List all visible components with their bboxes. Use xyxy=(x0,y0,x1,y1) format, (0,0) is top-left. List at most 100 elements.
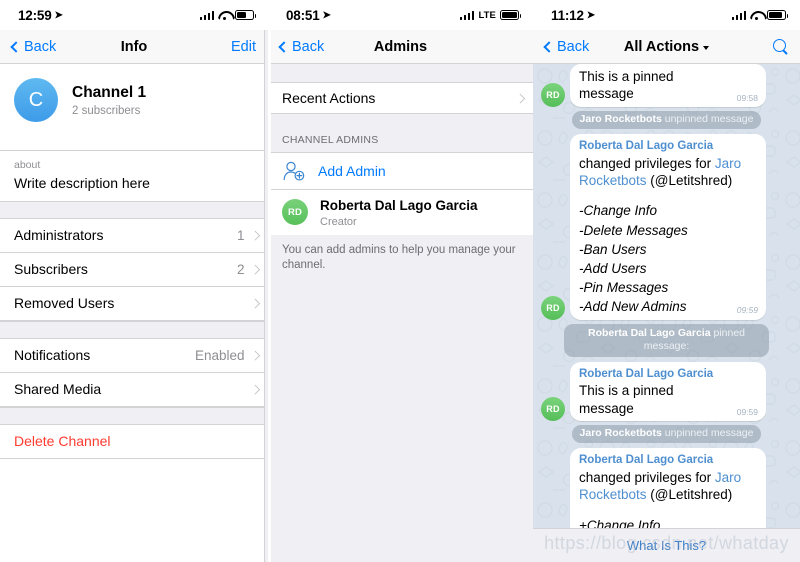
channel-subscribers: 2 subscribers xyxy=(72,105,141,118)
all-actions-label: All Actions xyxy=(623,38,700,55)
service-message: Jaro Rocketbots unpinned message xyxy=(541,110,792,130)
service-actor: Roberta Dal Lago Garcia xyxy=(588,326,711,339)
wifi-icon xyxy=(218,10,231,21)
about-section[interactable]: about Write description here xyxy=(0,150,268,201)
nav-bar-mid: Back Admins xyxy=(268,30,533,64)
search-icon[interactable] xyxy=(773,39,788,54)
text-part-a: changed privileges for xyxy=(579,470,715,486)
delete-channel-button[interactable]: Delete Channel xyxy=(0,424,268,459)
message-time: 09:59 xyxy=(736,305,758,316)
section-divider xyxy=(0,320,268,339)
row-label: Shared Media xyxy=(14,381,102,398)
edit-button[interactable]: Edit xyxy=(231,39,256,55)
privilege-item: -Delete Messages xyxy=(579,222,688,238)
service-action: unpinned message xyxy=(661,113,754,126)
message-author: Roberta Dal Lago Garcia xyxy=(579,454,714,467)
admins-footer-note: You can add admins to help you manage yo… xyxy=(282,243,516,272)
back-button[interactable]: Back xyxy=(543,38,590,55)
chevron-right-icon xyxy=(250,298,260,308)
screen-admins: 08:51 ➤ LTE Back Admins Recent Actions C xyxy=(268,0,533,562)
cellular-bars-icon xyxy=(731,10,746,20)
section-header-channel-admins: CHANNEL ADMINS xyxy=(282,134,379,146)
admin-role: Creator xyxy=(320,215,357,228)
privilege-item: -Ban Users xyxy=(579,241,647,257)
row-subscribers[interactable]: Subscribers 2 xyxy=(0,252,268,287)
row-recent-actions[interactable]: Recent Actions xyxy=(268,82,533,114)
three-phone-screenshots: 12:59 ➤ Back Info Edit C Channel 1 2 sub… xyxy=(0,0,800,562)
chevron-right-icon xyxy=(250,384,260,394)
row-label: Recent Actions xyxy=(282,90,376,106)
message-text: changed privileges for Jaro Rocketbots (… xyxy=(579,469,758,504)
location-arrow-icon: ➤ xyxy=(586,9,595,21)
message-bubble[interactable]: Roberta Dal Lago Garcia changed privileg… xyxy=(570,134,766,321)
avatar: RD xyxy=(541,82,565,107)
add-admin-button[interactable]: Add Admin xyxy=(268,152,533,189)
message-text: changed privileges for Jaro Rocketbots (… xyxy=(579,155,758,190)
cellular-bars-icon xyxy=(199,10,214,20)
service-actor: Jaro Rocketbots xyxy=(579,113,662,126)
chat-bottom-bar: What Is This? xyxy=(533,528,800,562)
what-is-this-button[interactable]: What Is This? xyxy=(627,538,706,553)
chat-log: RD This is a pinned message 09:58 Jaro R… xyxy=(533,64,800,562)
chevron-right-icon xyxy=(515,93,525,103)
status-bar-mid: 08:51 ➤ LTE xyxy=(268,0,533,30)
message-row: RD This is a pinned message 09:58 xyxy=(541,64,792,107)
wifi-icon xyxy=(750,10,763,21)
back-button[interactable]: Back xyxy=(10,39,56,55)
avatar: C xyxy=(14,78,58,122)
text-part-b: (@Letitshred) xyxy=(646,487,733,503)
status-bar-left: 12:59 ➤ xyxy=(0,0,268,30)
status-time: 11:12 xyxy=(551,7,584,23)
location-arrow-icon: ➤ xyxy=(322,9,331,21)
about-label: about xyxy=(14,159,41,171)
service-message: Jaro Rocketbots unpinned message xyxy=(541,424,792,444)
row-label: Notifications xyxy=(14,347,91,364)
all-actions-dropdown[interactable]: All Actions xyxy=(623,38,710,55)
message-row: RD Roberta Dal Lago Garcia changed privi… xyxy=(541,134,792,321)
row-shared-media[interactable]: Shared Media xyxy=(0,372,268,407)
row-administrators[interactable]: Administrators 1 xyxy=(0,218,268,253)
back-label: Back xyxy=(557,38,590,55)
add-admin-label: Add Admin xyxy=(318,163,386,179)
battery-icon xyxy=(767,10,789,20)
chevron-left-icon xyxy=(543,40,555,53)
admin-list-item[interactable]: RD Roberta Dal Lago Garcia Creator xyxy=(268,189,533,235)
status-bar-right: 11:12 ➤ xyxy=(533,0,800,30)
avatar: RD xyxy=(282,199,308,226)
message-text: This is a pinned message xyxy=(579,69,674,102)
message-bubble[interactable]: Roberta Dal Lago Garcia This is a pinned… xyxy=(570,361,766,421)
row-notifications[interactable]: Notifications Enabled xyxy=(0,338,268,373)
adjacent-screen-edge xyxy=(268,0,271,562)
nav-bar-left: Back Info Edit xyxy=(0,30,268,64)
admins-body: Recent Actions CHANNEL ADMINS Add Admin … xyxy=(268,64,533,562)
privilege-item: -Add Users xyxy=(579,260,647,276)
message-row: RD Roberta Dal Lago Garcia This is a pin… xyxy=(541,361,792,421)
row-value: 2 xyxy=(236,261,245,277)
chat-messages: RD This is a pinned message 09:58 Jaro R… xyxy=(533,64,800,562)
channel-name: Channel 1 xyxy=(72,83,147,101)
back-button[interactable]: Back xyxy=(278,39,324,55)
screen-all-actions: 11:12 ➤ Back All Actions RD This is a pi… xyxy=(533,0,800,562)
row-label: Subscribers xyxy=(14,261,88,278)
battery-icon xyxy=(500,10,522,20)
service-message: Roberta Dal Lago Garcia pinned message: xyxy=(541,324,792,357)
section-divider xyxy=(0,406,268,425)
avatar: RD xyxy=(541,396,565,421)
avatar: RD xyxy=(541,296,565,321)
chevron-left-icon xyxy=(10,40,22,53)
row-removed-users[interactable]: Removed Users xyxy=(0,286,268,321)
row-label: Administrators xyxy=(14,227,104,244)
admin-name: Roberta Dal Lago Garcia xyxy=(320,198,478,213)
row-label: Removed Users xyxy=(14,295,115,312)
message-time: 09:58 xyxy=(736,92,758,103)
message-author: Roberta Dal Lago Garcia xyxy=(579,140,714,153)
section-divider xyxy=(0,200,268,219)
nav-bar-right: Back All Actions xyxy=(533,30,800,64)
message-bubble[interactable]: This is a pinned message 09:58 xyxy=(570,64,766,107)
privilege-list: -Change Info -Delete Messages -Ban Users… xyxy=(579,201,758,316)
battery-icon xyxy=(235,10,257,20)
chevron-left-icon xyxy=(278,40,290,53)
cellular-bars-icon xyxy=(459,10,475,20)
delete-channel-label: Delete Channel xyxy=(14,433,111,450)
privilege-item: -Pin Messages xyxy=(579,280,669,295)
